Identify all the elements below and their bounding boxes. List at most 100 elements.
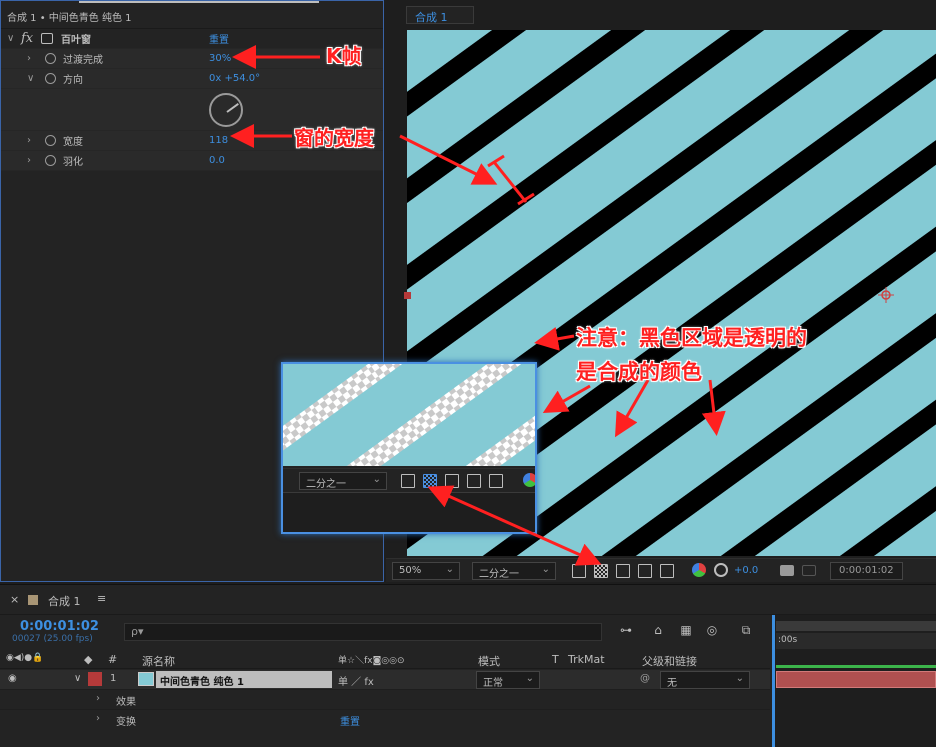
graph-editor-icon[interactable]: ⧉	[738, 623, 754, 639]
stopwatch-icon[interactable]	[45, 73, 56, 84]
fx-icon[interactable]: fx	[21, 31, 33, 46]
column-switches: 单☆＼fx◙◎◎⊙	[338, 656, 405, 666]
chevron-right-icon[interactable]: ›	[27, 53, 31, 64]
viewer-timecode[interactable]: 0:00:01:02	[830, 562, 903, 580]
chevron-down-icon[interactable]: ∨	[27, 73, 34, 84]
shy-layers-icon[interactable]: ⌂	[650, 623, 666, 639]
layer-sub-row-effects[interactable]: › 效果	[0, 689, 770, 709]
property-value[interactable]: 30%	[209, 53, 231, 64]
work-area-bar[interactable]	[776, 621, 936, 631]
stopwatch-icon[interactable]	[45, 155, 56, 166]
property-value[interactable]: 118	[209, 135, 228, 146]
inset-toolbar: 二分之一 ⌄	[283, 468, 535, 492]
property-value[interactable]: 0.0	[209, 155, 225, 166]
frame-blending-icon[interactable]: ▦	[678, 623, 694, 639]
layer-duration-bar[interactable]	[776, 671, 936, 688]
property-label: 方向	[63, 75, 83, 86]
chevron-down-icon: ⌄	[525, 673, 534, 684]
region-of-interest-icon[interactable]	[638, 564, 652, 578]
resolution-dropdown[interactable]: 二分之一 ⌄	[472, 562, 556, 580]
eye-icon[interactable]: ◉	[8, 673, 17, 684]
chevron-down-icon[interactable]: ∨	[74, 673, 81, 684]
divider	[283, 533, 431, 534]
property-row-feather[interactable]: › 羽化 0.0	[1, 151, 383, 171]
property-label: 过渡完成	[63, 55, 103, 66]
column-source-name[interactable]: 源名称	[142, 653, 175, 669]
frame-count: 00027 (25.00 fps)	[12, 634, 93, 644]
exposure-value[interactable]: +0.0	[734, 565, 758, 576]
guides-icon[interactable]	[660, 564, 674, 578]
transparency-grid-icon[interactable]	[423, 474, 437, 488]
chevron-down-icon[interactable]: ∨	[7, 33, 14, 44]
preset-icon	[41, 33, 53, 44]
parent-value: 无	[667, 678, 677, 689]
inset-canvas	[283, 364, 535, 466]
color-channels-icon[interactable]	[523, 473, 535, 487]
comp-tab[interactable]: 合成 1	[406, 6, 474, 24]
show-snapshot-icon[interactable]	[802, 565, 816, 576]
stopwatch-icon[interactable]	[45, 53, 56, 64]
inset-resolution-dropdown[interactable]: 二分之一 ⌄	[299, 472, 387, 490]
effect-controls-header: 合成 1 • 中间色青色 纯色 1	[1, 1, 383, 29]
motion-blur-icon[interactable]: ◎	[704, 623, 720, 639]
label-column-icon: ◆	[84, 653, 93, 666]
guides-icon[interactable]	[489, 474, 503, 488]
pick-whip-icon[interactable]: @	[640, 673, 650, 684]
transform-reset-link[interactable]: 重置	[340, 713, 360, 728]
composition-flowchart-icon[interactable]: ⊶	[618, 623, 634, 639]
anchor-marker	[404, 292, 411, 299]
viewer-toolbar: 50% ⌄ 二分之一 ⌄ +0.0 0:00:01:02	[386, 558, 936, 582]
timeline-graph-area[interactable]: :00s	[772, 615, 936, 747]
chevron-right-icon[interactable]: ›	[96, 693, 100, 704]
close-icon[interactable]: ×	[10, 593, 19, 606]
layer-label-color[interactable]	[88, 672, 102, 686]
annotation-transparent-line2: 是合成的颜色	[576, 360, 702, 384]
chevron-down-icon: ⌄	[445, 564, 454, 575]
chevron-right-icon[interactable]: ›	[27, 135, 31, 146]
property-value[interactable]: 0x +54.0°	[209, 73, 260, 84]
parent-dropdown[interactable]: 无 ⌄	[660, 671, 750, 689]
zoom-value: 50%	[399, 565, 422, 576]
current-time-display[interactable]: 0:00:01:02	[20, 619, 99, 634]
blend-mode-dropdown[interactable]: 正常 ⌄	[476, 671, 540, 689]
sub-row-label: 效果	[116, 697, 136, 708]
layer-name[interactable]: 中间色青色 纯色 1	[156, 671, 332, 688]
property-label: 宽度	[63, 137, 83, 148]
direction-dial[interactable]	[209, 93, 243, 127]
current-time-indicator[interactable]	[772, 615, 775, 747]
blend-mode-value: 正常	[483, 678, 503, 689]
timeline-search-input[interactable]: ρ▾	[124, 623, 602, 641]
zoom-dropdown[interactable]: 50% ⌄	[392, 562, 460, 580]
layer-switches[interactable]: 单 ／ fx	[338, 673, 374, 688]
camera-icon[interactable]	[780, 565, 794, 576]
timeline-tab-title[interactable]: 合成 1	[48, 593, 81, 609]
layer-index: 1	[110, 673, 117, 684]
chevron-right-icon[interactable]: ›	[96, 713, 100, 724]
time-ruler[interactable]: :00s	[776, 633, 936, 649]
region-of-interest-icon[interactable]	[467, 474, 481, 488]
dial-needle	[226, 102, 239, 113]
stopwatch-icon[interactable]	[45, 135, 56, 146]
exposure-reset-icon[interactable]	[714, 563, 728, 577]
hamburger-menu-icon[interactable]: ≡	[97, 592, 106, 605]
sub-row-label: 变换	[116, 717, 136, 728]
mask-visibility-icon[interactable]	[616, 564, 630, 578]
column-trkmat: TrkMat	[568, 653, 605, 666]
fast-previews-icon[interactable]	[572, 564, 586, 578]
property-label: 羽化	[63, 157, 83, 168]
chevron-right-icon[interactable]: ›	[27, 155, 31, 166]
transparency-grid-icon[interactable]	[594, 564, 608, 578]
transparency-render	[283, 364, 535, 466]
mask-visibility-icon[interactable]	[445, 474, 459, 488]
property-row-direction[interactable]: ∨ 方向 0x +54.0°	[1, 69, 383, 89]
effect-controls-title: 合成 1 • 中间色青色 纯色 1	[7, 13, 132, 24]
layer-row[interactable]: ◉ ∨ 1 中间色青色 纯色 1 单 ／ fx 正常 ⌄ @ 无 ⌄	[0, 670, 770, 689]
layer-sub-row-transform[interactable]: › 变换 重置	[0, 709, 770, 729]
effect-reset-link[interactable]: 重置	[209, 31, 229, 46]
chevron-down-icon: ⌄	[541, 564, 550, 575]
effect-name: 百叶窗	[61, 35, 91, 46]
fast-previews-icon[interactable]	[401, 474, 415, 488]
crosshair-icon	[878, 287, 894, 303]
column-number: #	[108, 653, 118, 666]
color-channels-icon[interactable]	[692, 563, 706, 577]
